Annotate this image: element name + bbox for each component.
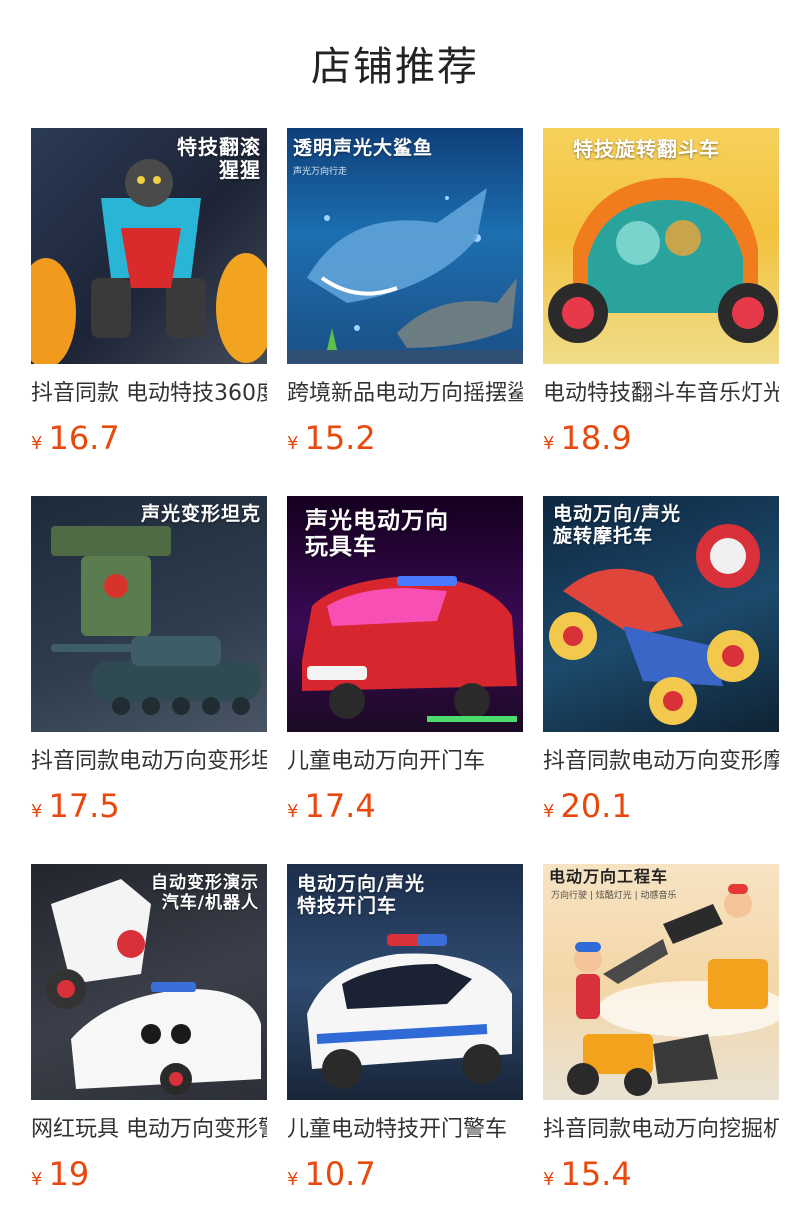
product-title[interactable]: 抖音同款电动万向变形摩托车 — [543, 742, 779, 782]
price-value: 15.2 — [304, 419, 376, 457]
product-badge: 声光变形坦克 — [140, 503, 261, 525]
price-value: 19 — [48, 1155, 90, 1193]
product-price: ¥19 — [31, 1152, 267, 1196]
product-card[interactable]: 电动万向工程车 万向行驶 | 炫酷灯光 | 动感音乐 抖音同款电动万向挖掘机 ¥… — [543, 864, 779, 1232]
product-badge: 自动变形演示 汽车/机器人 — [151, 873, 259, 913]
currency-symbol: ¥ — [543, 801, 555, 822]
currency-symbol: ¥ — [31, 801, 43, 822]
product-grid: 特技翻滚 猩猩 抖音同款 电动特技360度翻滚猩猩 ¥16.7 透明声光大鲨鱼 … — [31, 128, 779, 1232]
currency-symbol: ¥ — [287, 1169, 299, 1190]
price-value: 18.9 — [560, 419, 632, 457]
product-image[interactable]: 电动万向/声光 特技开门车 — [287, 864, 523, 1100]
product-card[interactable]: 电动万向/声光 旋转摩托车 抖音同款电动万向变形摩托车 ¥20.1 — [543, 496, 779, 864]
product-card[interactable]: 声光电动万向 玩具车 儿童电动万向开门车 ¥17.4 — [287, 496, 523, 864]
product-card[interactable]: 特技翻滚 猩猩 抖音同款 电动特技360度翻滚猩猩 ¥16.7 — [31, 128, 267, 496]
currency-symbol: ¥ — [287, 433, 299, 454]
product-badge: 电动万向/声光 特技开门车 — [297, 873, 425, 917]
tank-robot-toy-icon — [51, 526, 261, 715]
product-image[interactable]: 透明声光大鲨鱼 声光万向行走 — [287, 128, 523, 364]
product-image[interactable]: 声光变形坦克 — [31, 496, 267, 732]
product-badge: 电动万向工程车 — [549, 867, 669, 886]
currency-symbol: ¥ — [31, 433, 43, 454]
product-title[interactable]: 电动特技翻斗车音乐灯光 — [543, 374, 779, 414]
product-card[interactable]: 透明声光大鲨鱼 声光万向行走 跨境新品电动万向摇摆鲨鱼 ¥15.2 — [287, 128, 523, 496]
price-value: 20.1 — [560, 787, 632, 825]
product-subtitle: 声光万向行走 — [293, 167, 348, 177]
product-title[interactable]: 抖音同款电动万向挖掘机 — [543, 1110, 779, 1150]
product-title[interactable]: 跨境新品电动万向摇摆鲨鱼 — [287, 374, 523, 414]
product-image[interactable]: 声光电动万向 玩具车 — [287, 496, 523, 732]
stunt-car-toy-icon — [548, 177, 778, 343]
product-card[interactable]: 自动变形演示 汽车/机器人 网红玩具 电动万向变形警车 ¥19 — [31, 864, 267, 1232]
product-card[interactable]: 声光变形坦克 抖音同款电动万向变形坦克 ¥17.5 — [31, 496, 267, 864]
product-image[interactable]: 自动变形演示 汽车/机器人 — [31, 864, 267, 1100]
currency-symbol: ¥ — [543, 1169, 555, 1190]
product-price: ¥10.7 — [287, 1152, 523, 1196]
product-image[interactable]: 特技翻滚 猩猩 — [31, 128, 267, 364]
currency-symbol: ¥ — [543, 433, 555, 454]
product-badge: 电动万向/声光 旋转摩托车 — [553, 503, 681, 547]
product-title[interactable]: 网红玩具 电动万向变形警车 — [31, 1110, 267, 1150]
product-price: ¥16.7 — [31, 416, 267, 460]
currency-symbol: ¥ — [31, 1169, 43, 1190]
product-badge: 特技旋转翻斗车 — [573, 137, 720, 161]
product-title[interactable]: 抖音同款 电动特技360度翻滚猩猩 — [31, 374, 267, 414]
price-value: 17.4 — [304, 787, 376, 825]
product-price: ¥15.4 — [543, 1152, 779, 1196]
price-value: 10.7 — [304, 1155, 376, 1193]
product-price: ¥17.4 — [287, 784, 523, 828]
price-value: 16.7 — [48, 419, 120, 457]
product-image[interactable]: 电动万向/声光 旋转摩托车 — [543, 496, 779, 732]
currency-symbol: ¥ — [287, 801, 299, 822]
page-title: 店铺推荐 — [311, 44, 479, 90]
product-subtitle: 万向行驶 | 炫酷灯光 | 动感音乐 — [551, 891, 677, 901]
product-image[interactable]: 电动万向工程车 万向行驶 | 炫酷灯光 | 动感音乐 — [543, 864, 779, 1100]
product-badge: 声光电动万向 玩具车 — [305, 508, 449, 561]
product-image[interactable]: 特技旋转翻斗车 — [543, 128, 779, 364]
product-price: ¥18.9 — [543, 416, 779, 460]
product-card[interactable]: 特技旋转翻斗车 电动特技翻斗车音乐灯光 ¥18.9 — [543, 128, 779, 496]
product-price: ¥15.2 — [287, 416, 523, 460]
product-badge: 特技翻滚 猩猩 — [177, 135, 261, 182]
product-price: ¥20.1 — [543, 784, 779, 828]
product-card[interactable]: 电动万向/声光 特技开门车 儿童电动特技开门警车 ¥10.7 — [287, 864, 523, 1232]
product-title[interactable]: 儿童电动万向开门车 — [287, 742, 523, 782]
product-title[interactable]: 儿童电动特技开门警车 — [287, 1110, 523, 1150]
price-value: 15.4 — [560, 1155, 632, 1193]
section-header: 店铺推荐 — [0, 0, 790, 128]
price-value: 17.5 — [48, 787, 120, 825]
product-badge: 透明声光大鲨鱼 — [293, 137, 434, 159]
product-price: ¥17.5 — [31, 784, 267, 828]
product-title[interactable]: 抖音同款电动万向变形坦克 — [31, 742, 267, 782]
